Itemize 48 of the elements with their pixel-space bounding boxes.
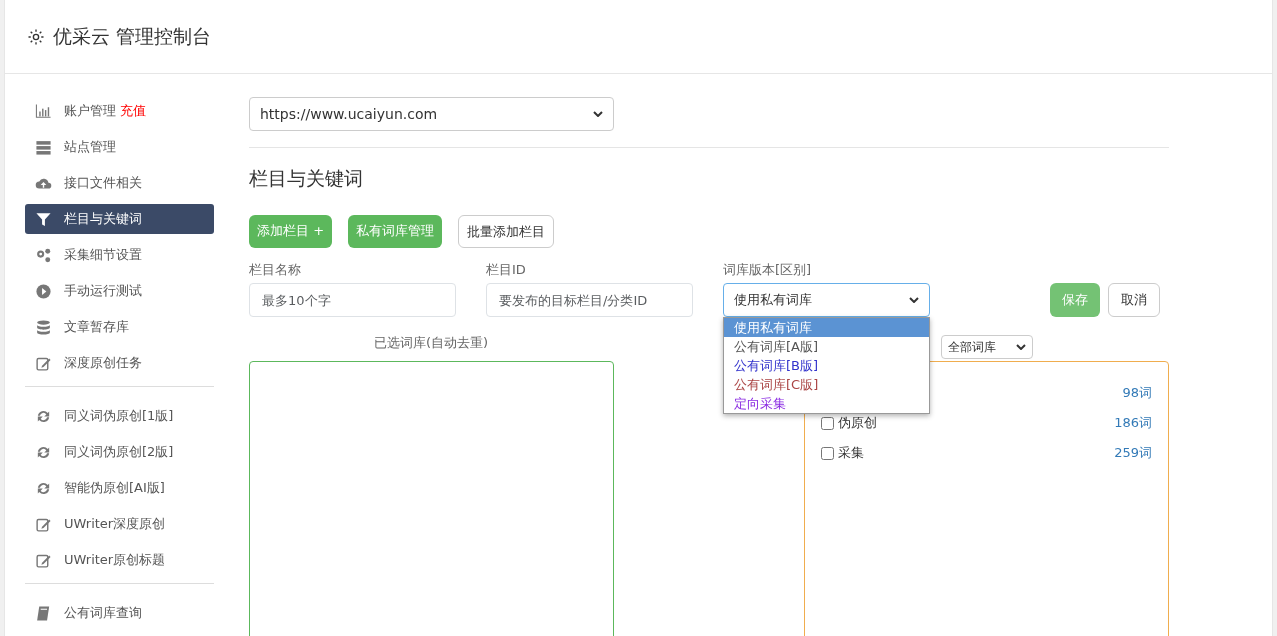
input-field[interactable]: 最多10个字 (249, 283, 456, 317)
sidebar-item[interactable]: 深度原创任务 (25, 348, 214, 378)
dropdown-option[interactable]: 公有词库[B版] (724, 356, 929, 375)
caret-icon (909, 297, 919, 303)
library-filter-select[interactable]: 全部词库 (941, 335, 1033, 359)
sidebar-item[interactable]: UWriter原创标题 (25, 545, 214, 575)
sidebar-item[interactable]: 文章暂存库 (25, 312, 214, 342)
word-count: 186词 (1114, 414, 1152, 433)
database-icon (35, 318, 52, 336)
play-icon (35, 282, 52, 300)
sidebar-item[interactable]: UWriter深度原创 (25, 509, 214, 539)
word-count: 259词 (1114, 444, 1152, 463)
selected-library-label: 已选词库(自动去重) (374, 334, 489, 352)
library-name: 采集 (838, 444, 864, 463)
sidebar-item[interactable]: 智能伪原创[AI版] (25, 473, 214, 503)
site-select[interactable]: https://www.ucaiyun.com (249, 97, 614, 131)
library-checkbox[interactable] (821, 416, 834, 430)
sidebar-item[interactable]: 同义词伪原创[1版] (25, 401, 214, 431)
console-title: 优采云 管理控制台 (53, 25, 212, 48)
dropdown-option[interactable]: 定向采集 (724, 394, 929, 413)
word-count: 98词 (1122, 384, 1152, 403)
library-checkbox[interactable] (821, 446, 834, 460)
recharge-link[interactable]: 充值 (120, 101, 146, 121)
cancel-button[interactable]: 取消 (1108, 283, 1160, 317)
input-field[interactable]: 要发布的目标栏目/分类ID (486, 283, 693, 317)
sidebar-item[interactable]: 站点管理 (25, 132, 214, 162)
book-icon (35, 604, 52, 622)
dropdown-option[interactable]: 公有词库[A版] (724, 337, 929, 356)
sidebar-item[interactable]: 公有词库查询 (25, 598, 214, 628)
sidebar-item[interactable]: 账户管理 充值 (25, 96, 214, 126)
field-label: 词库版本[区别] (723, 260, 812, 279)
action-button[interactable]: 批量添加栏目 (458, 214, 555, 248)
filter-icon (35, 210, 52, 228)
sidebar-item[interactable]: 采集细节设置 (25, 240, 214, 270)
field-label: 栏目名称 (249, 260, 301, 279)
sidebar-item[interactable]: 手动运行测试 (25, 276, 214, 306)
server-icon (35, 138, 52, 156)
library-version-select[interactable]: 使用私有词库 (723, 283, 930, 317)
sidebar-item[interactable]: 接口文件相关 (25, 168, 214, 198)
sidebar-item[interactable]: 栏目与关键词 (25, 204, 214, 234)
dropdown-option[interactable]: 公有词库[C版] (724, 375, 929, 394)
caret-icon (593, 111, 603, 117)
bar-chart-icon (35, 102, 52, 120)
sidebar-item[interactable]: 同义词伪原创[2版] (25, 437, 214, 467)
library-name: 伪原创 (838, 414, 877, 433)
section-title: 栏目与关键词 (249, 166, 364, 191)
caret-icon (1016, 344, 1026, 350)
field-label: 栏目ID (486, 260, 526, 279)
